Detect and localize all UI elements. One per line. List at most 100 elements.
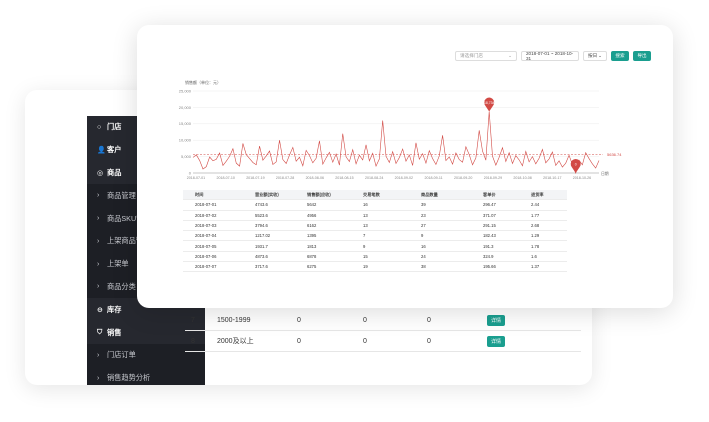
export-button[interactable]: 导出: [633, 51, 651, 61]
sales-line-chart: 销售额（单位：元） 0 5,000 10,000 15,000 20,000 25,000 2…: [179, 79, 622, 180]
table-cell: 1.6: [531, 253, 537, 259]
date-range-input[interactable]: 2018-07-01 ~ 2018-10-31: [521, 51, 579, 61]
column-header: 时间: [195, 191, 204, 197]
table-cell: 0: [427, 337, 431, 345]
table-cell: 3794.6: [255, 223, 268, 229]
table-cell: 9: [421, 233, 424, 239]
table-cell: 详情: [481, 314, 581, 326]
sidebar-item-label: 上架单: [107, 259, 129, 269]
table-cell: 1500-1999: [217, 316, 251, 324]
x-tick-label: 2018-08-06: [306, 176, 324, 180]
table-row: 2018-07-07 3717.6 6275 19 38 195.66 1.37: [183, 262, 567, 273]
sidebar-item-11[interactable]: › 销售趋势分析: [87, 366, 205, 385]
search-button[interactable]: 搜索: [611, 51, 629, 61]
sidebar-item-label: 销售趋势分析: [107, 373, 151, 383]
table-cell: 324.9: [483, 253, 494, 259]
table-row: 8 2000及以上 0 0 0 详情: [185, 331, 581, 352]
cart-icon: ⛉: [97, 328, 103, 336]
x-tick-label: 2018-07-19: [246, 176, 264, 180]
table-cell: 1.77: [531, 212, 540, 218]
chevron-right-icon: ›: [97, 237, 100, 245]
sidebar-item-label: 库存: [107, 304, 122, 314]
table-cell: 2.44: [531, 202, 540, 208]
y-tick-label: 20,000: [179, 105, 192, 110]
table-cell: 1813: [307, 243, 317, 249]
x-tick-label: 2018-10-17: [543, 176, 561, 180]
marketing-composite: ○ 门店 👤 客户 ◎ 商品 › 商品管理 › 商品SKU管 › 上架商品管 › 上架单 › 商品分类 ⊖ 库存 ⛉…: [0, 0, 709, 422]
sidebar-item-label: 商品分类: [107, 281, 136, 291]
table-cell: 291.15: [483, 223, 496, 229]
table-cell: 2018-07-04: [195, 233, 217, 239]
chevron-right-icon: ›: [97, 260, 100, 268]
table-cell: 0: [363, 316, 367, 324]
table-cell: 7: [191, 316, 195, 324]
table-cell: 371.07: [483, 212, 496, 218]
table-cell: 4743.6: [255, 202, 268, 208]
table-cell: 24: [421, 253, 426, 259]
table-cell: 195.66: [483, 264, 496, 270]
table-row: 2018-07-01 4743.6 5642 16 39 296.47 2.44: [183, 200, 567, 211]
table-cell: 5642: [307, 202, 317, 208]
table-cell: 3717.6: [255, 264, 268, 270]
table-cell: 27: [421, 223, 426, 229]
table-cell: 15: [363, 253, 368, 259]
sidebar-item-label: 门店: [107, 122, 122, 132]
granularity-select[interactable]: 按日 ⌄: [583, 51, 607, 61]
x-tick-label: 2018-07-28: [276, 176, 294, 180]
y-axis-label: 销售额（单位：元）: [185, 79, 221, 85]
chevron-down-icon: ⌄: [508, 53, 512, 58]
table-cell: 38: [421, 264, 426, 270]
table-cell: 13: [363, 212, 368, 218]
table-row: 2018-07-06 4873.6 6878 15 24 324.9 1.6: [183, 252, 567, 263]
box-icon: ◎: [97, 169, 104, 177]
user-icon: 👤: [97, 147, 106, 155]
x-tick-label: 2018-09-02: [395, 176, 413, 180]
store-select[interactable]: 请选择门店 ⌄: [455, 51, 517, 61]
column-header: 交易笔数: [363, 191, 380, 197]
table-cell: 296.47: [483, 202, 496, 208]
store-select-placeholder: 请选择门店: [460, 53, 483, 58]
x-tick-label: 2018-07-10: [216, 176, 234, 180]
table-cell: 4956: [307, 212, 317, 218]
chevron-right-icon: ›: [97, 215, 100, 223]
circle-icon: ○: [97, 123, 102, 131]
y-tick-label: 25,000: [179, 88, 192, 93]
table-cell: 2018-07-06: [195, 253, 217, 259]
table-row: 7 1500-1999 0 0 0 详情: [185, 310, 581, 331]
table-cell: 1217.02: [255, 233, 271, 239]
table-cell: 6162: [307, 223, 317, 229]
min-value-label: 0: [575, 163, 577, 167]
y-tick-label: 5,000: [181, 154, 192, 159]
sidebar-item-label: 商品管理: [107, 190, 136, 200]
table-cell: 0: [363, 337, 367, 345]
table-cell: 2018-07-01: [195, 202, 217, 208]
table-row: 2018-07-05 1931.7 1813 9 16 191.3 1.78: [183, 241, 567, 252]
table-row: 2018-07-02 5523.6 4956 13 23 371.07 1.77: [183, 211, 567, 221]
filter-toolbar: 请选择门店 ⌄ 2018-07-01 ~ 2018-10-31 按日 ⌄ 搜索 …: [455, 51, 651, 61]
table-row: 2018-07-04 1217.02 1395 7 9 182.43 1.29: [183, 231, 567, 242]
table-cell: 191.3: [483, 243, 494, 249]
table-cell: 详情: [481, 335, 581, 347]
y-tick-label: 15,000: [179, 121, 192, 126]
detail-button[interactable]: 详情: [487, 314, 506, 326]
detail-button[interactable]: 详情: [487, 335, 506, 347]
column-header: 销售额(应收): [307, 191, 331, 197]
table-row: 2018-07-03 3794.6 6162 13 27 291.15 2.68: [183, 221, 567, 232]
table-cell: 9: [363, 243, 366, 249]
sidebar-item-label: 客户: [107, 145, 122, 155]
x-tick-label: 2018-07-01: [187, 176, 205, 180]
table-cell: 2018-07-05: [195, 243, 217, 249]
series-line: [192, 111, 600, 174]
x-tick-label: 2018-10-08: [513, 176, 531, 180]
daily-sales-table: 时间 营业额(实收) 销售额(应收) 交易笔数 商品数量 客单价 退货率 2018-07-01…: [183, 190, 567, 273]
table-cell: 1.29: [531, 233, 540, 239]
x-tick-label: 2018-09-11: [424, 176, 442, 180]
sidebar-item-label: 销售: [107, 327, 122, 337]
stock-icon: ⊖: [97, 306, 103, 314]
y-tick-label: 0: [189, 170, 192, 175]
y-tick-label: 10,000: [179, 138, 192, 143]
table-cell: 8: [191, 337, 195, 345]
chevron-down-icon: ⌄: [598, 53, 602, 58]
table-cell: 1.37: [531, 264, 540, 270]
chevron-right-icon: ›: [97, 374, 100, 382]
